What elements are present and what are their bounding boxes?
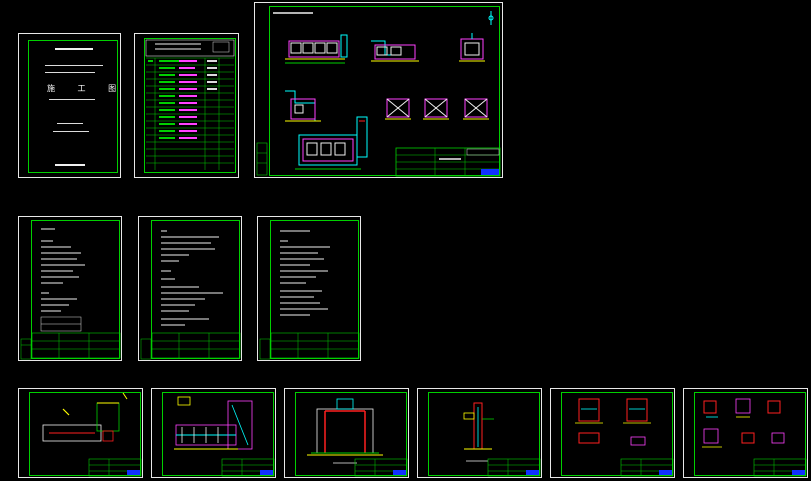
- cover-line: [49, 99, 95, 100]
- detail-sheet-large[interactable]: [254, 2, 503, 178]
- drawing-sheet-2[interactable]: [151, 388, 276, 478]
- notes-text-lines: [140, 230, 241, 360]
- cover-line: [45, 72, 95, 73]
- cover-line: [45, 65, 103, 66]
- detail-drawings: [256, 11, 501, 177]
- cover-line: [55, 164, 85, 166]
- drawing-sheet-4[interactable]: [417, 388, 542, 478]
- cover-sheet[interactable]: 施 工 图: [18, 33, 121, 178]
- drawing-content: [463, 402, 541, 477]
- cover-line: [53, 131, 89, 132]
- index-table: [145, 39, 235, 170]
- drawing-sheet-3[interactable]: [284, 388, 409, 478]
- notes-sheet-2[interactable]: [138, 216, 242, 361]
- notes-sheet-3[interactable]: [257, 216, 361, 361]
- drawing-content: [42, 392, 142, 477]
- cover-title: 施 工 图: [47, 84, 127, 93]
- cover-line: [57, 123, 83, 124]
- cover-frame: [28, 40, 118, 173]
- notes-text-lines: [259, 230, 360, 360]
- index-sheet[interactable]: [134, 33, 239, 178]
- drawing-sheet-6[interactable]: [683, 388, 808, 478]
- notes-text-lines: [20, 228, 121, 360]
- cover-line: [55, 48, 93, 50]
- drawing-content: [174, 396, 275, 477]
- drawing-content: [702, 398, 807, 477]
- drawing-sheet-1[interactable]: [18, 388, 143, 478]
- notes-sheet-1[interactable]: [18, 216, 122, 361]
- drawing-content: [575, 398, 674, 477]
- drawing-content: [307, 398, 408, 477]
- drawing-sheet-5[interactable]: [550, 388, 675, 478]
